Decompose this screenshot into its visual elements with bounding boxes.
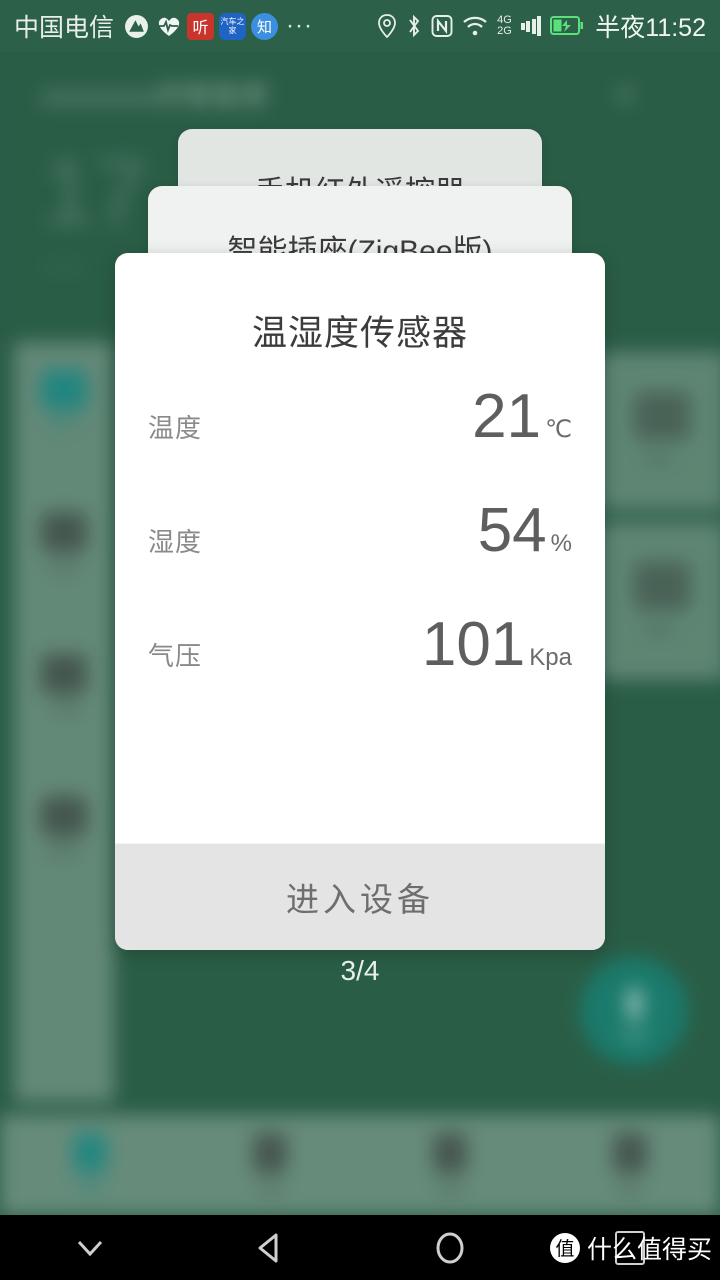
home-icon[interactable]: [360, 1230, 540, 1266]
wifi-icon: [462, 14, 488, 38]
chevron-down-icon[interactable]: [0, 1235, 180, 1261]
battery-charging-icon: [550, 16, 584, 36]
status-bar-right: 4G 2G 半夜11:52: [368, 8, 706, 44]
reading-value-group: 101 Kpa: [422, 614, 572, 676]
signal-4g-icon: 4G 2G: [497, 15, 512, 37]
bluetooth-icon: [406, 14, 422, 38]
status-bar-left: 中国电信 听 汽车之家 知 ···: [14, 8, 313, 44]
nfc-icon: [431, 14, 453, 38]
system-nav-bar: 值 什么值得买: [0, 1215, 720, 1280]
autohome-app-icon: 汽车之家: [219, 12, 247, 40]
signal-2g-label: 2G: [497, 25, 512, 37]
reading-label: 气压: [148, 641, 203, 671]
reading-unit: ℃: [545, 416, 572, 443]
sensor-readings-list: 温度 21 ℃ 湿度 54 % 气压 101 Kpa: [115, 386, 605, 843]
reading-value-group: 54 %: [478, 500, 572, 562]
clock: 半夜11:52: [595, 14, 706, 42]
reading-value: 101: [421, 610, 526, 679]
dialog-title: 温湿度传感器: [251, 314, 468, 353]
watermark-badge: 值: [549, 1232, 580, 1263]
heartbeat-icon: [155, 13, 182, 40]
reading-value: 21: [472, 382, 542, 451]
reading-label: 温度: [148, 413, 203, 443]
enter-device-button[interactable]: 进入设备: [115, 844, 605, 950]
device-detail-dialog: 温湿度传感器 温度 21 ℃ 湿度 54 % 气压 101 Kpa 进入设备: [115, 253, 605, 950]
location-icon: [377, 14, 397, 38]
signal-bars-icon: [520, 15, 542, 37]
reading-unit: %: [550, 530, 572, 557]
reading-row-humidity: 湿度 54 %: [148, 500, 572, 614]
reading-value-group: 21 ℃: [472, 386, 572, 448]
ting-app-icon: 听: [187, 12, 215, 40]
more-notifications-icon: ···: [286, 12, 313, 39]
zhihu-app-icon: 知: [251, 12, 279, 40]
page-indicator: 3/4: [340, 955, 380, 986]
watermark-text: 什么值得买: [586, 1235, 712, 1264]
reading-row-pressure: 气压 101 Kpa: [148, 614, 572, 728]
carrier-label: 中国电信: [14, 14, 115, 42]
reading-unit: Kpa: [529, 644, 572, 671]
peak-icon: [123, 13, 150, 40]
status-bar: 中国电信 听 汽车之家 知 ··· 4G 2G 半夜11:52: [0, 0, 720, 52]
reading-row-temperature: 温度 21 ℃: [148, 386, 572, 500]
watermark: 值 什么值得买: [549, 1230, 712, 1266]
reading-value: 54: [477, 496, 547, 565]
back-icon[interactable]: [180, 1230, 360, 1266]
phone-screen: xxxxxxxx的智能家 + 17 ••••• 客厅 卧室 书房 厨房 设备一 …: [0, 0, 720, 1280]
reading-label: 湿度: [148, 527, 203, 557]
